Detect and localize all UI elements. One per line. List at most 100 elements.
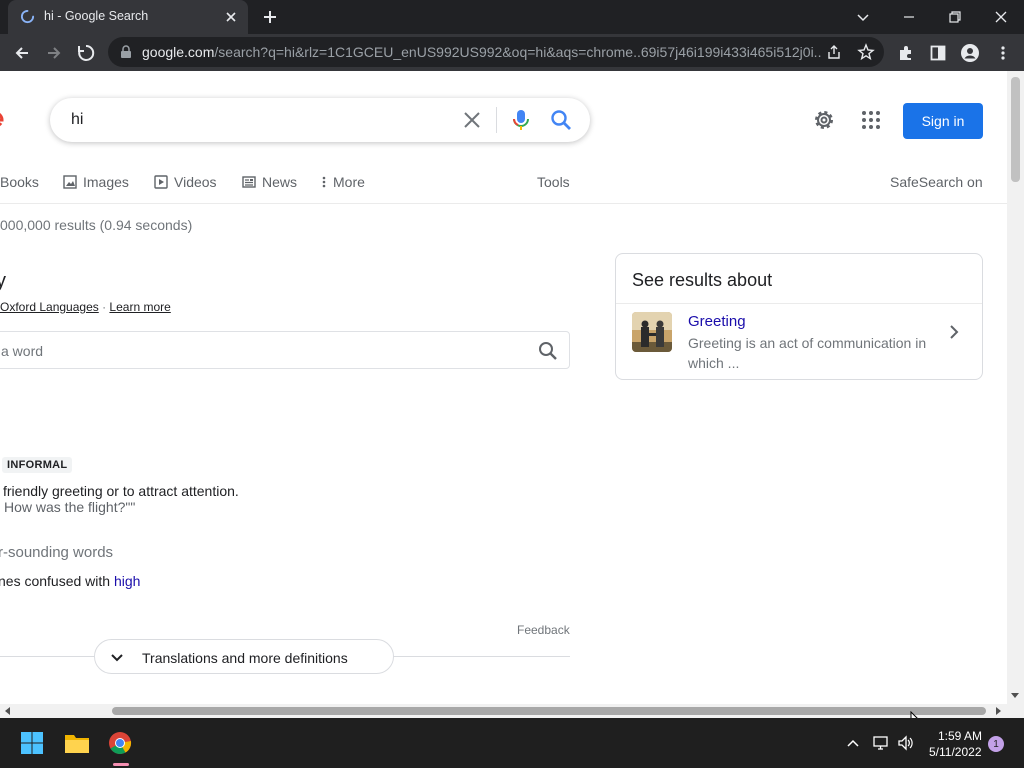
- source-separator: ·: [98, 300, 110, 314]
- dictionary-search-placeholder: a word: [1, 343, 44, 359]
- chevron-down-icon: [111, 654, 123, 662]
- side-panel-icon[interactable]: [926, 41, 950, 65]
- confused-with-text: nes confused with high: [0, 573, 140, 589]
- loading-spinner-icon: [20, 9, 35, 24]
- vertical-scrollbar[interactable]: [1007, 71, 1024, 704]
- windows-taskbar: 1:59 AM 5/11/2022 1: [0, 718, 1024, 768]
- card-divider: [616, 303, 982, 304]
- scroll-down-arrow-icon[interactable]: [1011, 691, 1019, 699]
- card-title: See results about: [632, 270, 773, 290]
- feedback-link[interactable]: Feedback: [517, 623, 570, 637]
- horizontal-scrollbar[interactable]: [0, 704, 1024, 718]
- notification-badge[interactable]: 1: [988, 736, 1004, 752]
- clock-date[interactable]: 5/11/2022: [929, 745, 982, 759]
- chrome-taskbar-button[interactable]: [105, 728, 135, 758]
- tab-videos-label: Videos: [174, 174, 217, 190]
- show-hidden-icons-icon[interactable]: [846, 737, 860, 749]
- example-text: How was the flight?"": [4, 499, 136, 515]
- file-explorer-button[interactable]: [62, 728, 92, 758]
- search-results-page: hi Sign in Books Images Videos News More…: [0, 71, 1007, 704]
- vertical-scroll-thumb[interactable]: [1011, 77, 1020, 182]
- address-bar[interactable]: google.com/search?q=hi&rlz=1C1GCEU_enUS9…: [108, 37, 884, 67]
- back-icon[interactable]: [10, 41, 34, 65]
- close-window-icon[interactable]: [989, 5, 1013, 29]
- bookmark-star-icon[interactable]: [857, 43, 875, 61]
- tools-label: Tools: [537, 174, 570, 190]
- tab-search-icon[interactable]: [851, 5, 875, 29]
- translations-label: Translations and more definitions: [142, 650, 348, 666]
- definition-text: friendly greeting or to attract attentio…: [3, 483, 239, 499]
- safesearch-label: SafeSearch on: [890, 174, 983, 190]
- tab-title: hi - Google Search: [44, 9, 149, 23]
- gear-icon[interactable]: [812, 108, 836, 132]
- translations-button[interactable]: Translations and more definitions: [94, 639, 394, 674]
- greeting-link[interactable]: Greeting: [688, 313, 746, 330]
- more-vertical-icon: [322, 176, 326, 188]
- searchbox-divider: [496, 107, 497, 133]
- network-icon[interactable]: [872, 735, 890, 751]
- learn-more-link[interactable]: Learn more: [109, 300, 170, 314]
- tab-more-label: More: [333, 174, 365, 190]
- register-badge: INFORMAL: [2, 457, 73, 473]
- tab-news[interactable]: News: [242, 172, 297, 192]
- confused-word-link[interactable]: high: [114, 573, 140, 589]
- dictionary-search-icon[interactable]: [537, 340, 559, 362]
- minimize-icon[interactable]: [897, 5, 921, 29]
- image-icon: [63, 175, 77, 189]
- restore-icon[interactable]: [943, 5, 967, 29]
- dictionary-title: y: [0, 270, 6, 292]
- folder-icon: [65, 735, 89, 753]
- horizontal-scroll-thumb[interactable]: [112, 707, 986, 715]
- tab-images[interactable]: Images: [63, 172, 129, 192]
- share-icon[interactable]: [826, 44, 842, 60]
- clock-time[interactable]: 1:59 AM: [938, 729, 982, 743]
- search-input[interactable]: hi: [71, 111, 83, 129]
- browser-titlebar: hi - Google Search: [0, 0, 1024, 34]
- menu-kebab-icon[interactable]: [991, 41, 1015, 65]
- chrome-icon: [109, 732, 132, 754]
- news-icon: [242, 176, 256, 188]
- tab-books-label: Books: [0, 174, 39, 190]
- microphone-icon[interactable]: [510, 108, 532, 132]
- extensions-icon[interactable]: [894, 41, 918, 65]
- clear-search-icon[interactable]: [461, 109, 483, 131]
- close-tab-icon[interactable]: [223, 9, 239, 25]
- oxford-languages-link[interactable]: Oxford Languages: [0, 300, 99, 314]
- new-tab-icon[interactable]: [261, 8, 279, 26]
- tools-button[interactable]: Tools: [537, 172, 570, 192]
- tab-images-label: Images: [83, 174, 129, 190]
- scroll-left-arrow-icon[interactable]: [4, 707, 12, 715]
- url-text[interactable]: google.com/search?q=hi&rlz=1C1GCEU_enUS9…: [142, 44, 822, 60]
- stop-loading-icon[interactable]: [74, 41, 98, 65]
- sign-in-button[interactable]: Sign in: [903, 103, 983, 139]
- search-box[interactable]: hi: [50, 98, 590, 142]
- profile-icon[interactable]: [958, 41, 982, 65]
- browser-tab[interactable]: hi - Google Search: [8, 0, 248, 34]
- confused-prefix: nes confused with: [0, 573, 114, 589]
- search-icon[interactable]: [550, 108, 572, 132]
- tab-books[interactable]: Books: [0, 172, 39, 192]
- greeting-thumbnail[interactable]: [632, 312, 672, 352]
- google-logo-fragment[interactable]: [0, 108, 6, 132]
- tab-more[interactable]: More: [321, 172, 365, 192]
- greeting-snippet: Greeting is an act of communication in w…: [688, 335, 927, 371]
- similar-sounding-heading: r-sounding words: [0, 544, 114, 561]
- result-stats: 000,000 results (0.94 seconds): [0, 217, 193, 233]
- tab-news-label: News: [262, 174, 298, 190]
- start-button[interactable]: [17, 728, 47, 758]
- browser-toolbar: google.com/search?q=hi&rlz=1C1GCEU_enUS9…: [0, 34, 1024, 71]
- forward-icon[interactable]: [42, 41, 66, 65]
- dictionary-source: Oxford Languages · Learn more: [0, 300, 171, 314]
- windows-logo-icon: [21, 732, 43, 754]
- video-icon: [154, 175, 168, 189]
- lock-icon[interactable]: [120, 45, 132, 59]
- tab-videos[interactable]: Videos: [154, 172, 217, 192]
- volume-icon[interactable]: [897, 735, 915, 751]
- google-apps-icon[interactable]: [860, 109, 882, 131]
- see-results-about-card: See results about Greeting Greeting is a…: [615, 253, 983, 380]
- scroll-right-arrow-icon[interactable]: [994, 707, 1002, 715]
- dictionary-search-field[interactable]: a word: [0, 331, 570, 369]
- chevron-right-icon[interactable]: [947, 323, 961, 341]
- nav-divider: [0, 203, 1007, 204]
- safesearch-button[interactable]: SafeSearch on: [890, 172, 983, 192]
